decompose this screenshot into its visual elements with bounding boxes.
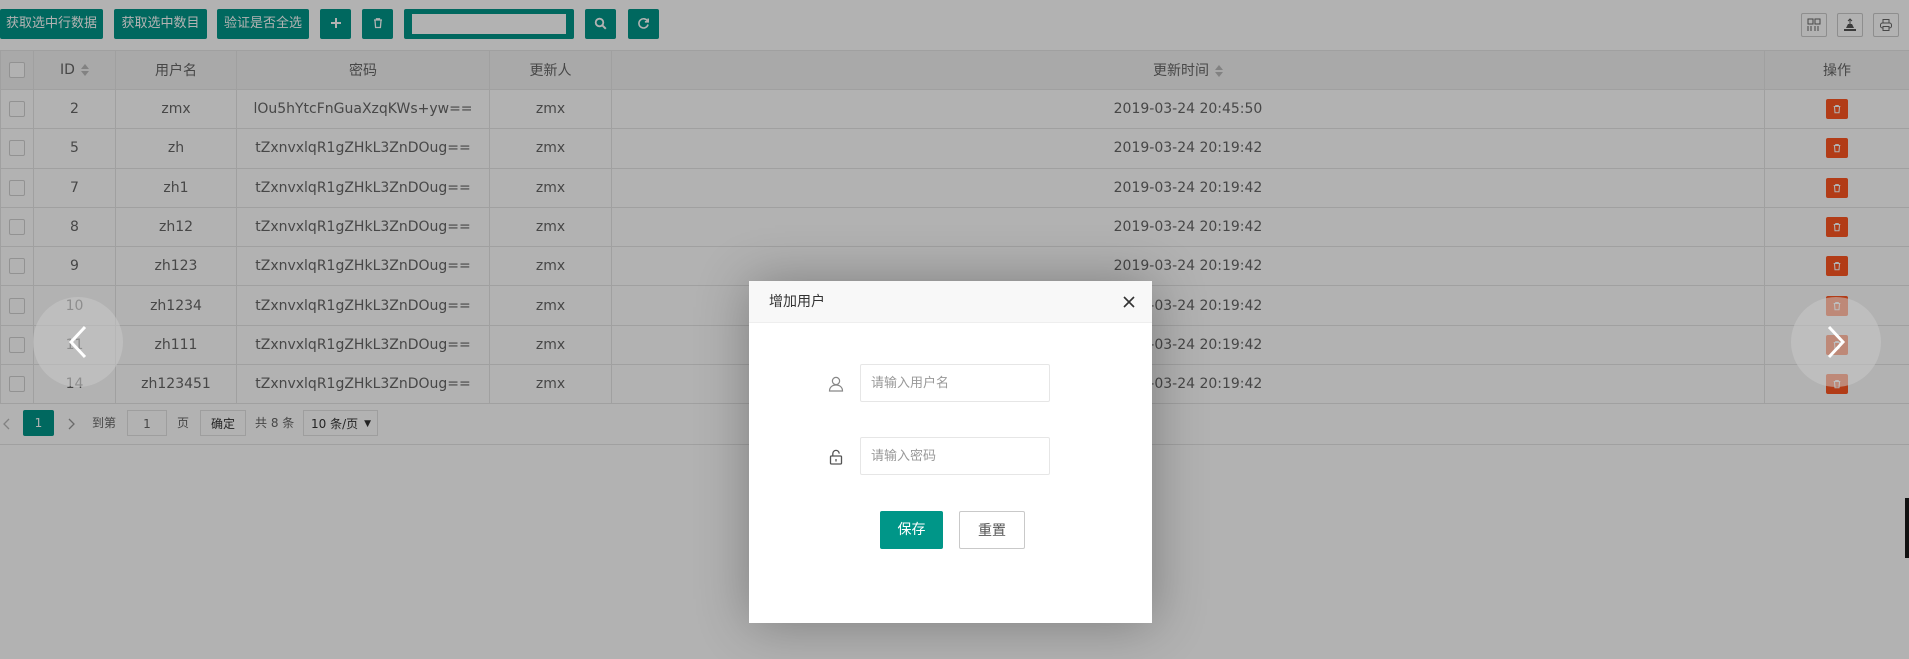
dialog-title: 增加用户 — [769, 294, 825, 310]
password-input[interactable] — [860, 437, 1050, 475]
scrollbar-marker — [1905, 498, 1909, 558]
save-button[interactable]: 保存 — [880, 511, 943, 549]
user-icon — [828, 376, 844, 392]
chevron-right-icon — [1827, 325, 1846, 359]
close-icon[interactable] — [1122, 295, 1136, 309]
chevron-left-icon — [68, 325, 87, 359]
reset-button[interactable]: 重置 — [959, 511, 1025, 549]
username-input[interactable] — [860, 364, 1050, 402]
add-user-dialog: 增加用户 保存 重置 — [749, 281, 1152, 623]
prev-arrow-button[interactable] — [33, 297, 123, 387]
lock-icon — [829, 449, 843, 465]
next-arrow-button[interactable] — [1791, 297, 1881, 387]
password-field — [829, 437, 1050, 475]
dialog-header: 增加用户 — [749, 281, 1152, 323]
username-field — [828, 364, 1050, 402]
